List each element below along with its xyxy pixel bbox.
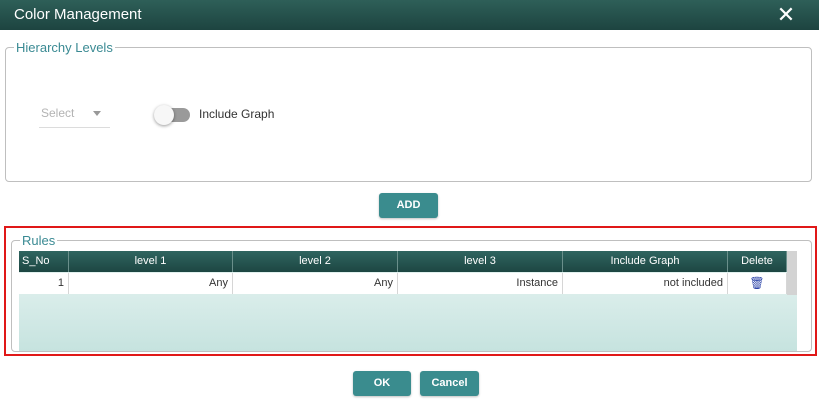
cell-include-graph: not included xyxy=(563,273,728,294)
close-icon[interactable]: ✕ xyxy=(775,4,797,26)
cell-level-1: Any xyxy=(69,273,233,294)
cancel-button[interactable]: Cancel xyxy=(420,371,479,396)
table-row[interactable]: 1 Any Any Instance not included 🗑 xyxy=(19,273,787,294)
add-button[interactable]: ADD xyxy=(379,193,438,218)
rules-grid-header: S_No level 1 level 2 level 3 Include Gra… xyxy=(19,251,787,272)
select-value: Select xyxy=(41,106,75,120)
toggle-knob xyxy=(154,105,174,125)
column-header-delete[interactable]: Delete xyxy=(728,251,787,272)
trash-icon[interactable]: 🗑 xyxy=(728,273,787,294)
rules-grid: S_No level 1 level 2 level 3 Include Gra… xyxy=(19,251,797,351)
include-graph-toggle[interactable] xyxy=(154,105,190,125)
grid-scrollbar[interactable] xyxy=(787,251,797,295)
cell-level-3: Instance xyxy=(398,273,563,294)
rules-legend: Rules xyxy=(22,233,56,248)
hierarchy-levels-legend: Hierarchy Levels xyxy=(16,40,113,55)
column-header-level-2[interactable]: level 2 xyxy=(233,251,398,272)
column-header-include-graph[interactable]: Include Graph xyxy=(563,251,728,272)
column-header-level-3[interactable]: level 3 xyxy=(398,251,563,272)
column-header-s-no[interactable]: S_No xyxy=(19,251,69,272)
include-graph-label: Include Graph xyxy=(199,107,275,121)
column-header-level-1[interactable]: level 1 xyxy=(69,251,233,272)
hierarchy-level-select[interactable]: Select xyxy=(39,103,110,128)
dialog-title: Color Management xyxy=(14,6,142,23)
hierarchy-levels-group: Hierarchy Levels xyxy=(5,40,812,182)
ok-button[interactable]: OK xyxy=(353,371,411,396)
chevron-down-icon xyxy=(93,111,101,116)
cell-s-no: 1 xyxy=(19,273,69,294)
dialog-titlebar: Color Management ✕ xyxy=(0,0,819,30)
cell-level-2: Any xyxy=(233,273,398,294)
